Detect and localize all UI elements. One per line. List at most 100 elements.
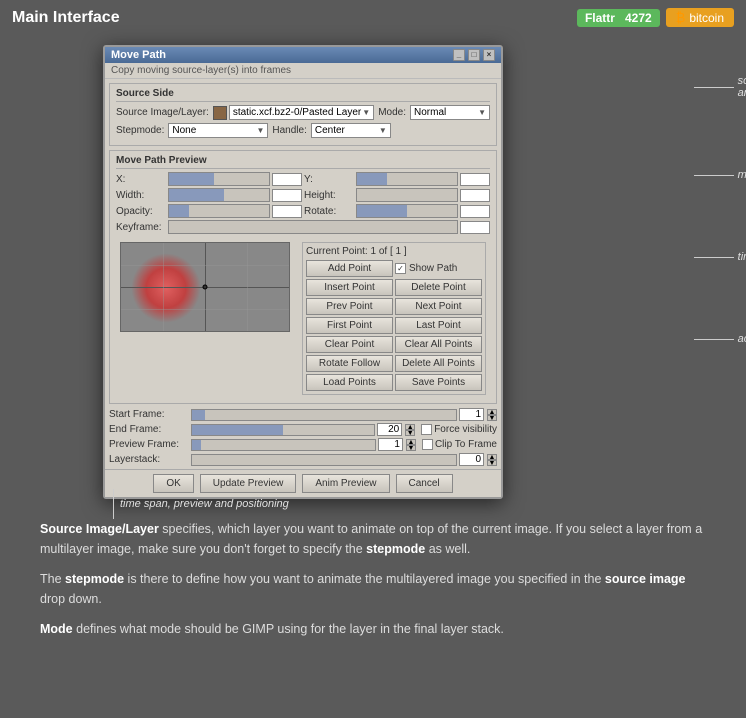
clip-to-frame-label: Clip To Frame [435,439,497,450]
bitcoin-icon: ₿ [676,10,686,25]
y-value[interactable]: 64 [460,173,490,186]
minimize-button[interactable]: _ [453,49,465,61]
canvas-points-area: Current Point: 1 of [ 1 ] Add Point ✓ Sh… [116,238,490,399]
x-value[interactable]: 176 [272,173,302,186]
add-point-button[interactable]: Add Point [306,260,393,277]
mode-arrow-icon: ▼ [478,108,486,117]
bottom-annotation: time span, preview and positioning [113,489,289,519]
opacity-slider[interactable] [168,204,270,218]
stepmode-term-1: stepmode [366,542,425,556]
modifiers-annotation-text: modifiers [738,169,746,181]
start-frame-slider[interactable] [191,409,457,421]
last-point-button[interactable]: Last Point [395,317,482,334]
points-panel: Current Point: 1 of [ 1 ] Add Point ✓ Sh… [302,242,486,395]
main-content: Move Path _ □ × Copy moving source-layer… [0,35,746,679]
source-annotation-text: sourceand handling [738,75,746,99]
width-slider-row: Width: 800 [116,188,302,202]
rotate-value[interactable]: 0 [460,205,490,218]
keyframe-value[interactable]: 0 [460,221,490,234]
next-point-button[interactable]: Next Point [395,298,482,315]
close-button[interactable]: × [483,49,495,61]
preview-section-title: Move Path Preview [116,155,490,169]
start-frame-down[interactable]: ▼ [487,415,497,421]
start-frame-label: Start Frame: [109,409,189,420]
first-point-button[interactable]: First Point [306,317,393,334]
preview-frame-value[interactable] [378,438,403,451]
preview-frame-row: Preview Frame: ▲ ▼ Clip To Frame [109,438,497,451]
time-span-annotation: time span, preview and positioning [120,498,289,510]
show-path-checkbox[interactable]: ✓ [395,263,406,274]
mode-label: Mode: [378,107,406,118]
y-slider[interactable] [356,172,458,186]
maximize-button[interactable]: □ [468,49,480,61]
force-visibility-label: Force visibility [434,424,497,435]
x-slider[interactable] [168,172,270,186]
layerstack-down[interactable]: ▼ [487,460,497,466]
rotate-slider-row: Rotate: 0 [304,204,490,218]
y-slider-row: Y: 64 [304,172,490,186]
end-frame-spinners: ▲ ▼ [405,424,415,436]
end-frame-down[interactable]: ▼ [405,430,415,436]
rotate-follow-button[interactable]: Rotate Follow [306,355,393,372]
layerstack-value[interactable] [459,453,484,466]
delete-point-button[interactable]: Delete Point [395,279,482,296]
start-frame-value[interactable] [459,408,484,421]
width-slider[interactable] [168,188,270,202]
end-frame-label: End Frame: [109,424,189,435]
width-value[interactable]: 800 [272,189,302,202]
current-point-header: Current Point: 1 of [ 1 ] [306,246,482,257]
clip-to-frame-checkbox[interactable] [422,439,433,450]
frame-controls: Start Frame: ▲ ▼ End Frame: ▲ ▼ [109,408,497,466]
mode-dropdown[interactable]: Normal ▼ [410,105,490,120]
right-annotations: sourceand handling modifiers timeline po… [694,75,746,345]
annotation-line-source [694,87,734,88]
canvas-line-down [288,331,289,332]
stepmode-term-2: stepmode [65,572,124,586]
canvas-preview [120,242,290,332]
keyframe-row: Keyframe: 0 [116,220,490,234]
load-points-button[interactable]: Load Points [306,374,393,391]
source-image-dropdown[interactable]: static.xcf.bz2-0/Pasted Layer ▼ [229,105,374,120]
preview-frame-down[interactable]: ▼ [406,445,416,451]
current-point-dot [203,285,208,290]
stepmode-dropdown[interactable]: None ▼ [168,123,268,138]
clip-to-frame-row: Clip To Frame [422,439,497,450]
clear-point-button[interactable]: Clear Point [306,336,393,353]
annotation-line-preview [694,339,734,340]
insert-point-button[interactable]: Insert Point [306,279,393,296]
x-label: X: [116,174,166,185]
source-annotation: sourceand handling [694,75,746,99]
bottom-annotation-line-v [113,489,114,519]
handle-dropdown[interactable]: Center ▼ [311,123,391,138]
annotation-line-modifiers [694,175,734,176]
preview-frame-label: Preview Frame: [109,439,189,450]
keyframe-label: Keyframe: [116,222,166,233]
opacity-value[interactable]: 17 [272,205,302,218]
bitcoin-badge[interactable]: ₿ bitcoin [666,8,734,27]
end-frame-slider[interactable] [191,424,375,436]
cancel-button[interactable]: Cancel [396,474,453,493]
x-slider-row: X: 176 [116,172,302,186]
height-slider[interactable] [356,188,458,202]
preview-frame-slider[interactable] [191,439,376,451]
prev-point-button[interactable]: Prev Point [306,298,393,315]
anim-preview-button[interactable]: Anim Preview [302,474,389,493]
end-frame-value[interactable] [377,423,402,436]
layerstack-label: Layerstack: [109,454,189,465]
height-value[interactable]: 800 [460,189,490,202]
start-frame-row: Start Frame: ▲ ▼ [109,408,497,421]
page-title: Main Interface [12,9,120,27]
rotate-slider[interactable] [356,204,458,218]
keyframe-slider[interactable] [168,220,458,234]
clear-all-points-button[interactable]: Clear All Points [395,336,482,353]
delete-all-points-button[interactable]: Delete All Points [395,355,482,372]
layerstack-slider[interactable] [191,454,457,466]
show-path-label: Show Path [409,263,457,274]
dialog-titlebar: Move Path _ □ × [105,47,501,63]
source-image-term-2: source image [605,572,686,586]
force-visibility-checkbox[interactable] [421,424,432,435]
grid-line-3 [163,243,164,331]
preview-section: Move Path Preview X: 176 Y: 64 [109,150,497,404]
description-paragraph-2: The stepmode is there to define how you … [40,569,706,609]
save-points-button[interactable]: Save Points [395,374,482,391]
